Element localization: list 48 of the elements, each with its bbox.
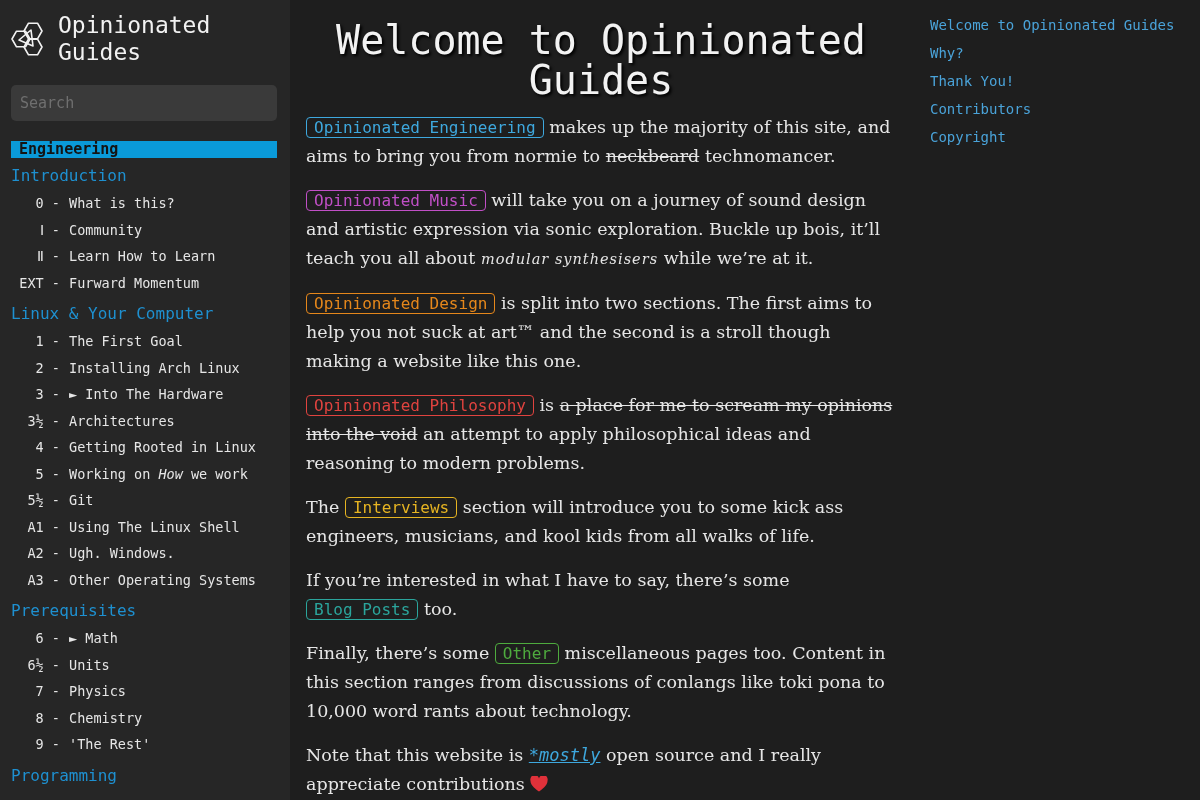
category-heading: Engineering — [11, 141, 277, 158]
toc-link[interactable]: Copyright — [930, 123, 1006, 151]
tag-link[interactable]: Other — [494, 643, 559, 664]
nav-link[interactable]: 5 - Working on How we work — [11, 460, 248, 487]
paragraph: If you’re interested in what I have to say, there’s some Blog Posts too. — [306, 569, 791, 622]
tag-link[interactable]: Opinionated Philosophy — [306, 395, 534, 416]
paragraph: Note that this website is *mostly open source and I really appreciate contributions — [306, 744, 822, 796]
paragraph: Opinionated Design is split into two sections. The first aims to help you not suck at art™ and the second is a stroll though making a website like this one. — [306, 292, 874, 373]
nav-heading: Introduction — [11, 166, 128, 186]
nav-heading: Linux & Your Computer — [11, 304, 215, 324]
tag-link[interactable]: Blog Posts — [306, 599, 419, 620]
nav-heading: Programming — [11, 765, 118, 786]
paragraph: Finally, there’s some Other miscellaneous pages too. Content in this section ranges from discussions of conlangs like toki pona to 10,000 word rants about technology. — [306, 642, 887, 723]
nav-link[interactable]: 5½ - Git — [11, 487, 94, 514]
nav-link[interactable]: 3 - ► Into The Hardware — [11, 381, 224, 408]
nav-link[interactable]: 4 - Getting Rooted in Linux — [11, 434, 256, 461]
nav-link[interactable]: 2 - Installing Arch Linux — [11, 354, 240, 381]
toc-link[interactable]: Why? — [930, 39, 964, 67]
toc-link[interactable]: Contributors — [930, 95, 1032, 123]
paragraph: Opinionated Engineering makes up the majority of this site, and aims to bring you from normie to neckbeard technomancer. — [306, 116, 892, 168]
nav-link[interactable]: 6 - ► Math — [11, 625, 118, 652]
tag-link[interactable]: Opinionated Engineering — [306, 117, 544, 138]
paragraph: Opinionated Music will take you on a journey of sound design and artistic expression via sonic exploration. Buckle up bois, it’ll teach you all about modular synthesisers while we’re at it. — [306, 189, 881, 270]
tag-link[interactable]: Opinionated Design — [306, 293, 496, 314]
nav-link[interactable]: Ⅱ - Learn How to Learn — [11, 243, 216, 270]
nav-link[interactable]: 0 - What is this? — [11, 190, 175, 217]
heart-icon — [530, 776, 549, 792]
nav-link[interactable]: 7 - Physics — [11, 678, 126, 705]
page-title: Welcome to Opinionated Guides — [335, 20, 867, 100]
paragraph: Opinionated Philosophy is a place for me to scream my opinions into the void an attempt to apply philosophical ideas and reasoning to modern problems. — [306, 394, 894, 475]
tag-link[interactable]: Interviews — [344, 497, 458, 518]
tag-link[interactable]: Opinionated Music — [306, 190, 486, 211]
site-title: Opinionated Guides — [58, 12, 212, 66]
nav-link[interactable]: A2 - Ugh. Windows. — [11, 540, 175, 567]
nav-link[interactable]: 8 - Chemistry — [11, 704, 143, 731]
toc-link[interactable]: Welcome to Opinionated Guides — [930, 11, 1175, 39]
nav-link[interactable]: 1 - The First Goal — [11, 328, 183, 355]
nav-link[interactable]: Ⅰ - Community — [11, 216, 143, 243]
text-link[interactable]: *mostly — [528, 745, 601, 765]
nav-link[interactable]: A3 - Other Operating Systems — [11, 566, 256, 593]
nav-link[interactable]: A1 - Using The Linux Shell — [11, 513, 240, 540]
paragraph: The Interviews section will introduce you to some kick ass engineers, musicians, and kool kids from all walks of life. — [306, 496, 845, 548]
toc-link[interactable]: Thank You! — [930, 67, 1015, 95]
nav-link[interactable]: 3½ - Architectures — [11, 407, 175, 434]
nav-link[interactable]: EXT - Furward Momentum — [11, 269, 200, 296]
nav-link[interactable]: 6½ - Units — [11, 651, 110, 678]
nav-heading: Prerequisites — [11, 601, 138, 621]
nav-link[interactable]: 9 - 'The Rest' — [11, 731, 151, 758]
